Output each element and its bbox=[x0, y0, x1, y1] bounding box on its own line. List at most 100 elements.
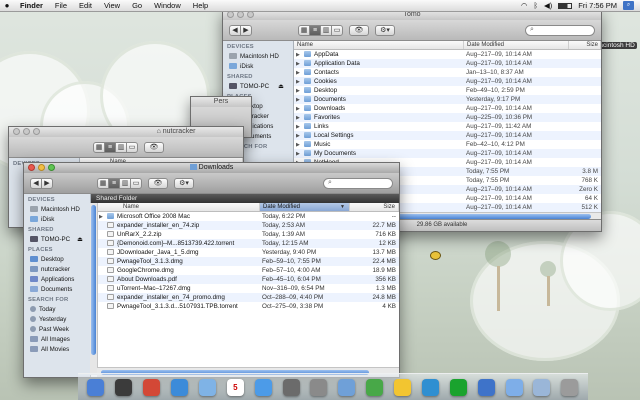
action-gear-button[interactable]: ⚙▾ bbox=[174, 177, 194, 189]
finder-icon[interactable] bbox=[87, 378, 105, 396]
disclosure-triangle-icon[interactable]: ▶ bbox=[296, 51, 304, 59]
column-name[interactable]: Name bbox=[294, 41, 464, 49]
time-machine-icon[interactable] bbox=[282, 378, 300, 396]
sidebar-item-documents[interactable]: Documents bbox=[24, 284, 90, 294]
disclosure-triangle-icon[interactable]: ▶ bbox=[296, 132, 304, 140]
menu-edit[interactable]: Edit bbox=[73, 1, 98, 10]
column-name[interactable]: Name bbox=[97, 203, 260, 211]
sidebar-item-idisk[interactable]: iDisk bbox=[24, 214, 90, 224]
nutcracker-titlebar[interactable]: ⌂ nutcracker bbox=[9, 127, 243, 137]
column-date-modified[interactable]: Date Modified bbox=[464, 41, 569, 49]
sidebar-item-tomo-pc[interactable]: TOMO-PC ⏏ bbox=[24, 234, 90, 244]
forward-button[interactable]: ▶ bbox=[240, 24, 252, 36]
sidebar-item-past-week[interactable]: Past Week bbox=[24, 324, 90, 334]
sidebar-item-desktop[interactable]: Desktop bbox=[24, 254, 90, 264]
itunes-store-icon[interactable] bbox=[254, 378, 272, 396]
sidebar-item-macintosh-hd[interactable]: Macintosh HD bbox=[223, 51, 293, 61]
table-row[interactable]: PwnageTool_3.1.3.dmg Feb–59–10, 7:55 PM 22… bbox=[97, 257, 399, 266]
menu-go[interactable]: Go bbox=[126, 1, 148, 10]
close-button[interactable] bbox=[28, 164, 35, 171]
sidebar-item-yesterday[interactable]: Yesterday bbox=[24, 314, 90, 324]
table-row[interactable]: ▶ Music Feb–42–10, 4:12 PM bbox=[294, 140, 601, 149]
folder-icon[interactable] bbox=[338, 378, 356, 396]
menu-window[interactable]: Window bbox=[148, 1, 187, 10]
battery-icon[interactable] bbox=[558, 2, 573, 9]
minimize-button[interactable] bbox=[38, 164, 45, 171]
quicklook-button[interactable]: 👁 bbox=[349, 24, 369, 36]
coverflow-view-button[interactable]: ▭ bbox=[130, 177, 142, 189]
table-row[interactable]: ▶ AppData Aug–217–09, 10:14 AM bbox=[294, 50, 601, 59]
zoom-button[interactable] bbox=[48, 164, 55, 171]
table-row[interactable]: ▶ Application Data Aug–217–09, 10:14 AM bbox=[294, 59, 601, 68]
table-row[interactable]: About Downloads.pdf Feb–45–10, 6:04 PM 356… bbox=[97, 275, 399, 284]
documents-stack-icon[interactable] bbox=[533, 378, 551, 396]
quicklook-button[interactable]: 👁 bbox=[148, 177, 168, 189]
sidebar-item-today[interactable]: Today bbox=[24, 304, 90, 314]
menubar-clock[interactable]: Fri 7:56 PM bbox=[578, 1, 617, 10]
table-row[interactable]: GoogleChrome.dmg Feb–57–10, 4:00 AM 18.9 M… bbox=[97, 266, 399, 275]
apple-menu-icon[interactable]: ● bbox=[0, 1, 14, 10]
table-row[interactable]: ▶ Contacts Jan–13–10, 8:37 AM bbox=[294, 68, 601, 77]
table-row[interactable]: uTorrent–Mac–17267.dmg Nov–316–09, 6:54 P… bbox=[97, 284, 399, 293]
disclosure-triangle-icon[interactable]: ▶ bbox=[296, 150, 304, 158]
ical-icon[interactable]: 5 bbox=[226, 378, 244, 396]
minimize-button[interactable] bbox=[23, 128, 30, 135]
menu-help[interactable]: Help bbox=[187, 1, 214, 10]
wifi-icon[interactable]: ◠ bbox=[521, 1, 528, 10]
table-row[interactable]: {Demonoid.com}–M...8513739.422.torrent To… bbox=[97, 239, 399, 248]
trash-icon[interactable] bbox=[561, 378, 579, 396]
table-row[interactable]: UnRarX_2.2.zip Today, 1:39 AM 716 KB bbox=[97, 230, 399, 239]
search-input[interactable]: ⌕ bbox=[323, 177, 393, 189]
sidebar-item-tomo-pc[interactable]: TOMO-PC ⏏ bbox=[223, 81, 293, 91]
disclosure-triangle-icon[interactable]: ▶ bbox=[296, 114, 304, 122]
table-row[interactable]: ▶ Desktop Feb–49–10, 2:59 PM bbox=[294, 86, 601, 95]
menu-app-finder[interactable]: Finder bbox=[14, 1, 49, 10]
action-gear-button[interactable]: ⚙▾ bbox=[375, 24, 395, 36]
table-row[interactable]: ▶ Cookies Aug–217–09, 10:14 AM bbox=[294, 77, 601, 86]
eject-icon[interactable]: ⏏ bbox=[278, 83, 284, 90]
sidebar-item-all-movies[interactable]: All Movies bbox=[24, 344, 90, 354]
itunes-icon[interactable] bbox=[198, 378, 216, 396]
table-row[interactable]: ▶ Downloads Aug–217–09, 10:14 AM bbox=[294, 104, 601, 113]
table-row[interactable]: ▶ Documents Yesterday, 9:17 PM bbox=[294, 95, 601, 104]
chrome-icon[interactable] bbox=[143, 378, 161, 396]
table-row[interactable]: JDownloader_Java_1_5.dmg Yesterday, 9:40 … bbox=[97, 248, 399, 257]
pers-titlebar[interactable]: Pers bbox=[191, 97, 251, 107]
menu-view[interactable]: View bbox=[98, 1, 126, 10]
search-input[interactable]: ⌕ bbox=[525, 24, 595, 36]
disclosure-triangle-icon[interactable]: ▶ bbox=[296, 87, 304, 95]
disclosure-triangle-icon[interactable]: ▶ bbox=[296, 60, 304, 68]
column-size[interactable]: Size bbox=[569, 41, 601, 49]
column-date-modified[interactable]: Date Modified bbox=[260, 203, 350, 211]
forward-button[interactable]: ▶ bbox=[41, 177, 53, 189]
quicklook-button[interactable]: 👁 bbox=[144, 141, 164, 153]
zoom-button[interactable] bbox=[247, 11, 254, 18]
disclosure-triangle-icon[interactable]: ▶ bbox=[296, 141, 304, 149]
home-icon[interactable] bbox=[477, 378, 495, 396]
table-row[interactable]: expander_installer_en_74_promo.dmg Oct–28… bbox=[97, 293, 399, 302]
table-row[interactable]: ▶ Local Settings Aug–217–09, 10:14 AM bbox=[294, 131, 601, 140]
table-row[interactable]: ▶ Links Aug–217–09, 11:42 AM bbox=[294, 122, 601, 131]
safari-icon[interactable] bbox=[171, 378, 189, 396]
minimize-button[interactable] bbox=[237, 11, 244, 18]
system-preferences-icon[interactable] bbox=[310, 378, 328, 396]
table-row[interactable]: ▶ Microsoft Office 2008 Mac Today, 6:22 PM… bbox=[97, 212, 399, 221]
table-row[interactable]: ▶ My Documents Aug–217–09, 10:14 AM bbox=[294, 149, 601, 158]
zoom-button[interactable] bbox=[33, 128, 40, 135]
sidebar-item-idisk[interactable]: iDisk bbox=[223, 61, 293, 71]
disclosure-triangle-icon[interactable]: ▶ bbox=[296, 69, 304, 77]
downloads-vertical-scrollbar[interactable] bbox=[90, 203, 98, 375]
aim-icon[interactable] bbox=[394, 378, 412, 396]
coverflow-view-button[interactable]: ▭ bbox=[126, 141, 138, 153]
eject-icon[interactable]: ⏏ bbox=[77, 236, 83, 243]
spotlight-icon[interactable]: ⌕ bbox=[623, 1, 634, 10]
disclosure-triangle-icon[interactable]: ▶ bbox=[296, 96, 304, 104]
disclosure-triangle-icon[interactable]: ▶ bbox=[296, 78, 304, 86]
app-icon[interactable] bbox=[421, 378, 439, 396]
close-button[interactable] bbox=[227, 11, 234, 18]
column-size[interactable]: Size bbox=[350, 203, 399, 211]
imessage-icon[interactable] bbox=[366, 378, 384, 396]
utorrent-icon[interactable] bbox=[449, 378, 467, 396]
disclosure-triangle-icon[interactable]: ▶ bbox=[99, 213, 107, 221]
sidebar-item-applications[interactable]: Applications bbox=[24, 274, 90, 284]
